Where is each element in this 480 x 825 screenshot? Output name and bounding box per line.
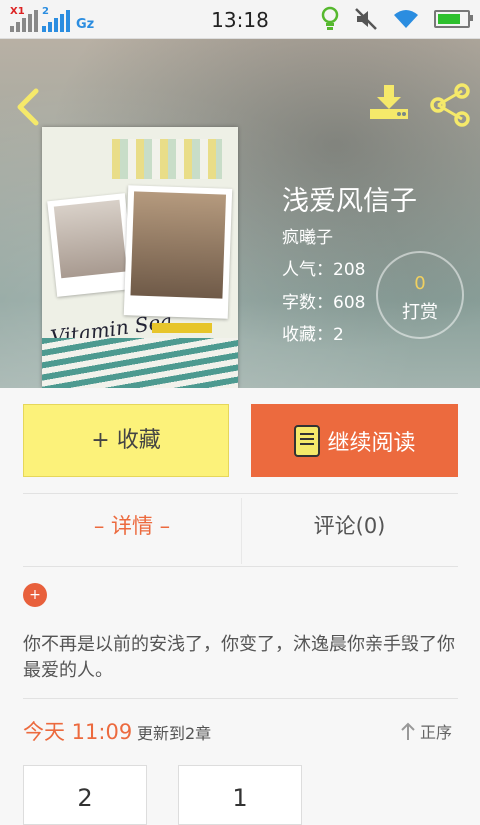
mute-icon xyxy=(355,8,377,30)
cover-photo xyxy=(47,193,135,297)
arrow-up-icon xyxy=(401,722,415,740)
download-icon[interactable] xyxy=(366,83,412,123)
cover-waves xyxy=(42,338,238,388)
book-header: Vitamin Sea 浅爱风信子 疯曦子 人气：208 字数：608 收藏：2… xyxy=(0,39,480,388)
book-cover[interactable]: Vitamin Sea xyxy=(42,127,238,388)
divider xyxy=(23,566,458,567)
book-description: 你不再是以前的安浅了，你变了，沐逸晨你亲手毁了你最爱的人。 xyxy=(23,634,455,681)
battery-icon xyxy=(434,10,473,28)
add-favorite-button[interactable]: + 收藏 xyxy=(23,404,229,477)
continue-reading-label: 继续阅读 xyxy=(327,430,416,456)
book-icon xyxy=(294,424,321,457)
book-author[interactable]: 疯曦子 xyxy=(282,223,333,248)
cover-decoration xyxy=(112,139,222,179)
tab-detail[interactable]: – 详情 – xyxy=(23,510,241,540)
book-word-count: 字数：608 xyxy=(282,293,366,313)
status-bar: X1 2 Gz 13:18 xyxy=(0,0,480,39)
book-title: 浅爱风信子 xyxy=(282,186,417,217)
chapter-item[interactable]: 2 xyxy=(23,765,147,825)
share-icon[interactable] xyxy=(428,83,472,127)
divider xyxy=(23,698,458,699)
bulb-icon xyxy=(321,6,339,30)
reward-label: 打赏 xyxy=(402,302,438,323)
book-favorites: 收藏：2 xyxy=(282,325,344,345)
sort-order-label: 正序 xyxy=(420,723,453,742)
reward-count: 0 xyxy=(414,273,426,294)
expand-plus-icon[interactable]: + xyxy=(23,583,47,607)
back-arrow-icon[interactable] xyxy=(12,87,44,127)
cover-photo xyxy=(123,185,233,319)
continue-reading-button[interactable]: 继续阅读 xyxy=(251,404,458,477)
cover-decoration xyxy=(152,323,212,333)
chapter-item[interactable]: 1 xyxy=(178,765,302,825)
update-info: 更新到2章 xyxy=(137,724,212,743)
update-time: 今天 11:09 xyxy=(23,720,133,744)
sort-order-button[interactable]: 正序 xyxy=(400,719,452,743)
divider xyxy=(23,493,458,494)
tab-comments[interactable]: 评论(0) xyxy=(241,510,458,540)
wifi-icon xyxy=(394,10,418,28)
book-popularity: 人气：208 xyxy=(282,260,366,280)
reward-button[interactable]: 0 打赏 xyxy=(376,251,464,339)
